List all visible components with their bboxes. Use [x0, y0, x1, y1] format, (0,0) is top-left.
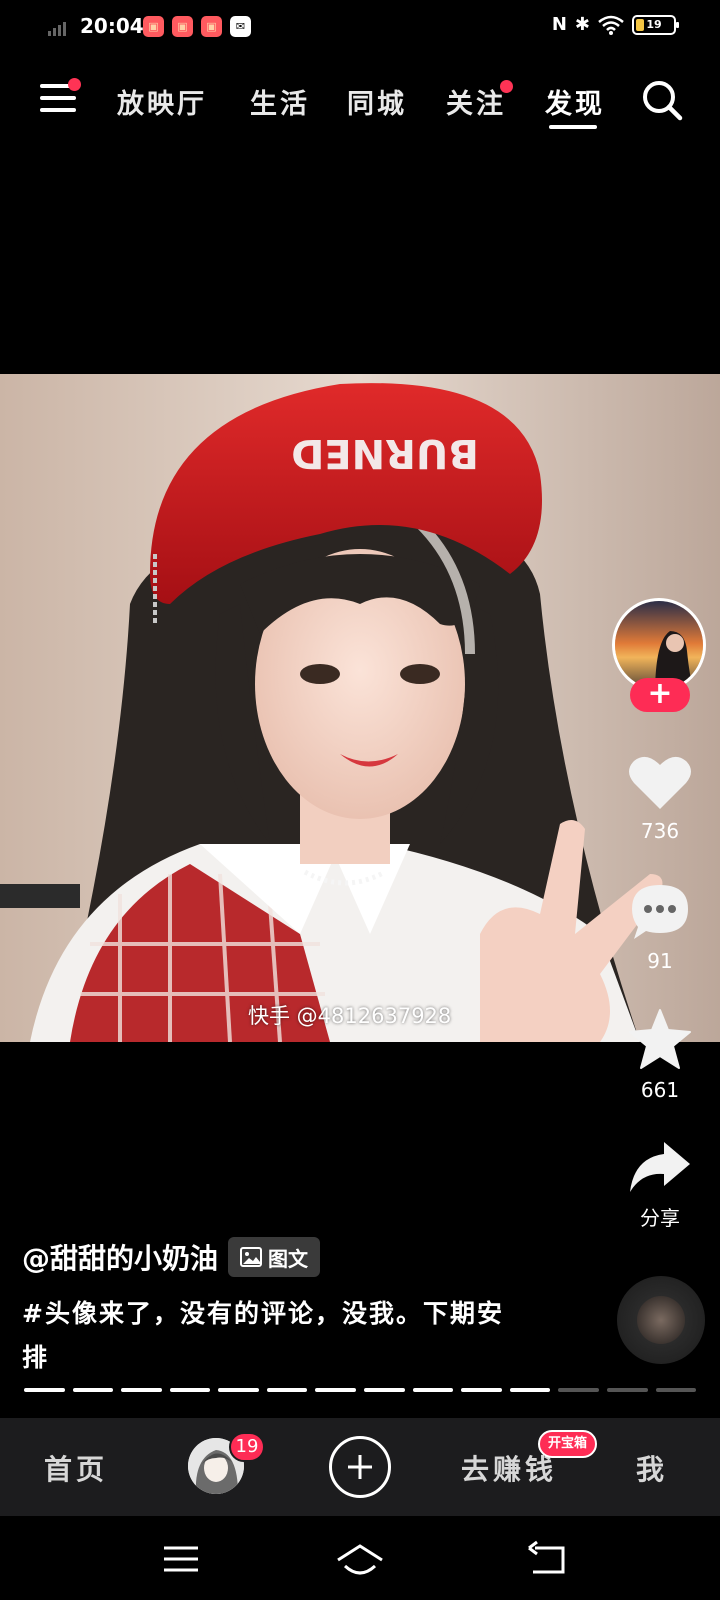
heart-icon — [629, 756, 691, 809]
progress-segment — [218, 1388, 259, 1392]
progress-segment — [24, 1388, 65, 1392]
progress-segment — [72, 1388, 114, 1392]
message-icon: ✉ — [230, 16, 251, 37]
battery-level: 19 — [646, 18, 662, 31]
progress-segment — [655, 1388, 697, 1392]
notification-icons: ▣ ▣ ▣ ✉ — [143, 16, 251, 37]
progress-segment — [509, 1388, 551, 1392]
active-tab-indicator — [549, 125, 597, 129]
following-notification-dot — [500, 80, 513, 93]
create-post-button[interactable] — [329, 1436, 391, 1498]
top-nav: 放映厅 生活 同城 关注 发现 — [0, 72, 720, 142]
watermark-text: 快手 @4812637928 — [248, 1004, 452, 1028]
progress-segment — [558, 1388, 599, 1392]
tab-discover[interactable]: 发现 — [545, 82, 605, 121]
friends-badge: 19 — [229, 1432, 265, 1462]
like-button[interactable]: 736 — [610, 753, 710, 843]
tab-nearby[interactable]: 同城 — [347, 82, 407, 121]
post-type-label: 图文 — [268, 1246, 309, 1271]
share-label: 分享 — [640, 1206, 680, 1230]
favorite-count: 661 — [640, 1078, 680, 1102]
follow-button[interactable]: + — [630, 678, 690, 712]
post-type-badge: 图文 — [228, 1237, 321, 1277]
progress-segment — [266, 1388, 308, 1392]
music-cover — [637, 1296, 685, 1344]
share-button[interactable]: 分享 — [610, 1138, 710, 1231]
progress-segment — [121, 1388, 162, 1392]
progress-segment — [606, 1388, 648, 1392]
status-time: 20:04 — [80, 14, 144, 38]
signal-icon — [48, 22, 66, 36]
image-progress-indicator — [24, 1388, 697, 1392]
battery-icon: 19 — [632, 14, 679, 35]
star-icon — [629, 1009, 691, 1069]
progress-segment — [169, 1388, 211, 1392]
comment-icon — [632, 885, 688, 939]
search-icon[interactable] — [640, 78, 684, 122]
bluetooth-icon: ✱ — [574, 14, 590, 35]
treasure-badge: 开宝箱 — [538, 1430, 598, 1458]
kuaishou-icon: ▣ — [172, 16, 193, 37]
image-icon — [240, 1247, 263, 1267]
tab-following[interactable]: 关注 — [446, 82, 506, 121]
back-icon[interactable] — [523, 1540, 573, 1580]
nav-me[interactable]: 我 — [636, 1448, 668, 1488]
author-name[interactable]: @甜甜的小奶油 — [22, 1237, 218, 1277]
progress-segment — [364, 1388, 405, 1392]
wifi-icon — [598, 15, 624, 35]
kuaishou-icon: ▣ — [143, 16, 164, 37]
tab-theater[interactable]: 放映厅 — [117, 82, 207, 121]
menu-notification-dot — [68, 78, 81, 91]
share-icon — [630, 1142, 690, 1192]
favorite-button[interactable]: 661 — [610, 1008, 710, 1102]
bottom-nav: 首页 19 去赚钱 开宝箱 我 — [0, 1418, 720, 1516]
progress-segment — [461, 1388, 502, 1392]
post-caption[interactable]: #头像来了，没有的评论，没我。下期安排 — [22, 1292, 522, 1380]
comment-button[interactable]: 91 — [610, 881, 710, 973]
system-nav-bar — [0, 1516, 720, 1600]
hat-lettering: BURNED — [291, 430, 479, 476]
nav-home[interactable]: 首页 — [44, 1448, 108, 1488]
comment-count: 91 — [647, 949, 673, 973]
home-icon[interactable] — [335, 1540, 385, 1580]
like-count: 736 — [640, 819, 680, 843]
progress-segment — [315, 1388, 357, 1392]
music-disc[interactable] — [617, 1276, 705, 1364]
recents-icon[interactable] — [156, 1540, 206, 1580]
kuaishou-icon: ▣ — [201, 16, 222, 37]
author-row: @甜甜的小奶油 图文 — [22, 1237, 321, 1277]
tab-life[interactable]: 生活 — [250, 82, 310, 121]
nfc-icon: N — [551, 14, 567, 35]
progress-segment — [412, 1388, 454, 1392]
status-bar: 20:04 ▣ ▣ ▣ ✉ N ✱ 19 — [0, 0, 720, 56]
